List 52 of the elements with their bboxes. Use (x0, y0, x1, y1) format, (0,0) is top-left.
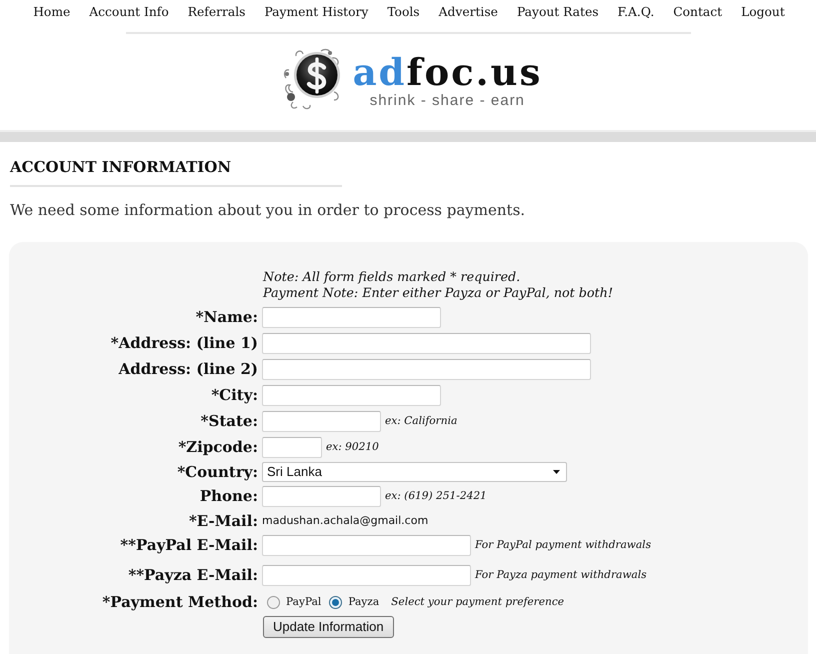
form-label: *Payment Method: (102, 593, 258, 611)
form-label: *Zipcode: (178, 438, 258, 456)
form-label: Address: (line 2) (118, 360, 258, 378)
intro-text: We need some information about you in order to process payments. (10, 200, 526, 220)
input-field[interactable] (262, 358, 591, 380)
field-hint: ex: (619) 251-2421 (385, 489, 487, 503)
dollar-coin-icon (282, 48, 341, 110)
nav-link[interactable]: Referrals (188, 4, 246, 20)
update-button[interactable]: Update Information (263, 616, 394, 638)
input-field[interactable] (262, 332, 591, 354)
input-field[interactable] (262, 384, 441, 406)
form-note: Payment Note: Enter either Payza or PayPal, not both! (263, 285, 613, 301)
logo-tagline: shrink - share - earn (370, 92, 525, 109)
field-hint: ex: 90210 (326, 440, 379, 454)
form-label: *Name: (196, 308, 258, 326)
form-label: *E-Mail: (188, 512, 258, 530)
form-label: *Address: (line 1) (110, 334, 258, 352)
nav-link[interactable]: Logout (741, 4, 785, 20)
nav-link[interactable]: Home (33, 4, 70, 20)
input-field[interactable] (262, 564, 471, 586)
input-field[interactable] (262, 410, 381, 432)
nav-link[interactable]: Contact (673, 4, 722, 20)
logo-wordmark: adfoc.us (352, 52, 542, 92)
nav-link[interactable]: Account Info (89, 4, 169, 20)
input-field[interactable] (262, 486, 381, 506)
radio-label[interactable]: PayPal (286, 595, 322, 609)
form-label: **PayPal E-Mail: (120, 536, 258, 554)
section-heading: ACCOUNT INFORMATION (10, 157, 232, 177)
nav-link[interactable]: Advertise (438, 4, 498, 20)
country-dropdown[interactable]: Sri Lanka (262, 462, 567, 482)
input-field[interactable] (262, 534, 471, 556)
caret-icon (553, 470, 560, 474)
field-hint: ex: California (385, 414, 458, 428)
nav-link[interactable]: Payout Rates (516, 4, 599, 20)
form-label: *Country: (177, 463, 258, 481)
radio-label[interactable]: Payza (348, 595, 380, 609)
form-label: *City: (211, 386, 258, 404)
nav-link[interactable]: Tools (387, 4, 420, 20)
form-label: *State: (200, 412, 258, 430)
field-hint: Select your payment preference (391, 595, 564, 609)
radio-button[interactable] (267, 596, 280, 608)
nav-link[interactable]: Payment History (264, 4, 368, 20)
form-label: Phone: (200, 487, 258, 505)
input-field[interactable] (262, 306, 441, 328)
form-label: **Payza E-Mail: (128, 566, 258, 584)
field-hint: For Payza payment withdrawals (475, 568, 647, 582)
form-note: Note: All form fields marked * required. (263, 269, 520, 285)
field-hint: For PayPal payment withdrawals (475, 538, 652, 552)
email-value: madushan.achala@gmail.com (262, 514, 428, 528)
nav-link[interactable]: F.A.Q. (618, 4, 654, 20)
input-field[interactable] (262, 436, 322, 458)
radio-button[interactable] (329, 596, 342, 608)
